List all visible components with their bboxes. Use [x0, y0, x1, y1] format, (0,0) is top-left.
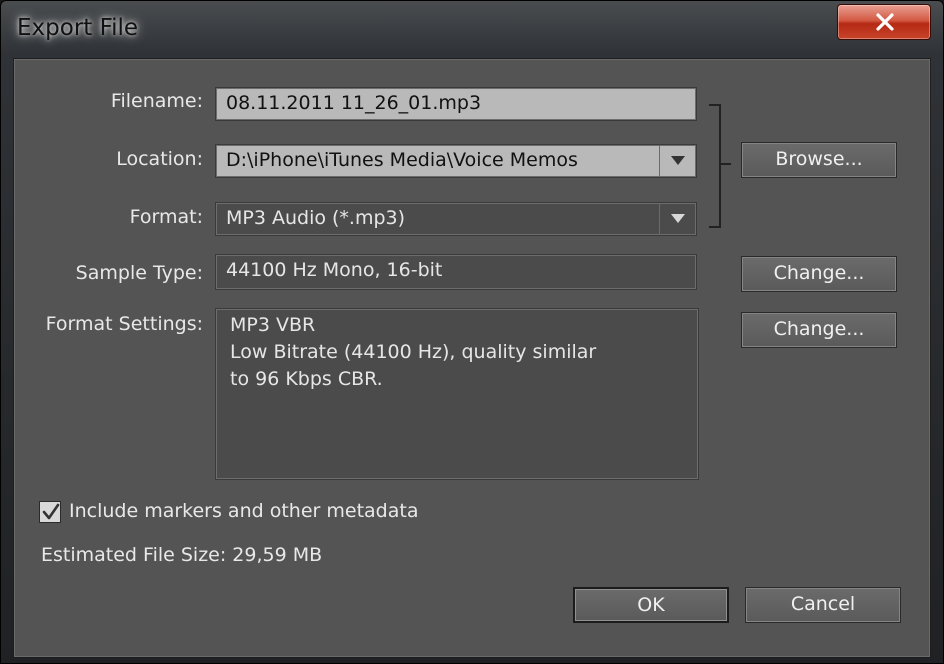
window-title: Export File	[17, 15, 139, 41]
format-value: MP3 Audio (*.mp3)	[226, 207, 406, 229]
close-icon	[876, 13, 894, 31]
include-markers-label[interactable]: Include markers and other metadata	[69, 500, 418, 522]
format-dropdown[interactable]: MP3 Audio (*.mp3)	[215, 202, 697, 236]
location-dropdown[interactable]: D:\iPhone\iTunes Media\Voice Memos	[215, 144, 697, 178]
format-settings-label: Format Settings:	[45, 313, 203, 335]
filename-input[interactable]: 08.11.2011 11_26_01.mp3	[215, 87, 697, 121]
export-file-dialog: Export File Filename: 08.11.2011 11_26_0…	[0, 0, 944, 664]
format-settings-line: to 96 Kbps CBR.	[230, 368, 383, 390]
ok-button[interactable]: OK	[573, 587, 729, 623]
format-settings-line: MP3 VBR	[230, 314, 316, 336]
change-sample-button[interactable]: Change...	[741, 256, 897, 292]
browse-button[interactable]: Browse...	[741, 142, 897, 178]
include-markers-checkbox[interactable]	[39, 501, 61, 523]
chevron-down-icon	[671, 156, 685, 165]
sample-type-label: Sample Type:	[75, 262, 203, 284]
location-dropdown-button[interactable]	[659, 145, 696, 177]
location-label: Location:	[116, 148, 203, 170]
format-settings-line: Low Bitrate (44100 Hz), quality similar	[230, 341, 597, 363]
format-label: Format:	[129, 206, 203, 228]
close-button[interactable]	[837, 4, 931, 40]
title-bar[interactable]: Export File	[1, 1, 943, 53]
checkmark-icon	[42, 503, 60, 520]
sample-type-field: 44100 Hz Mono, 16-bit	[215, 254, 697, 290]
filename-label: Filename:	[110, 90, 203, 112]
cancel-button[interactable]: Cancel	[745, 587, 901, 623]
bracket-divider	[709, 104, 721, 228]
dialog-body: Filename: 08.11.2011 11_26_01.mp3 Locati…	[13, 58, 931, 658]
estimated-file-size: Estimated File Size: 29,59 MB	[41, 544, 323, 566]
format-dropdown-button[interactable]	[659, 203, 696, 235]
location-value: D:\iPhone\iTunes Media\Voice Memos	[226, 149, 578, 171]
chevron-down-icon	[671, 214, 685, 223]
format-settings-textarea[interactable]: MP3 VBR Low Bitrate (44100 Hz), quality …	[215, 308, 699, 480]
bracket-tick	[721, 163, 731, 165]
change-format-button[interactable]: Change...	[741, 312, 897, 348]
